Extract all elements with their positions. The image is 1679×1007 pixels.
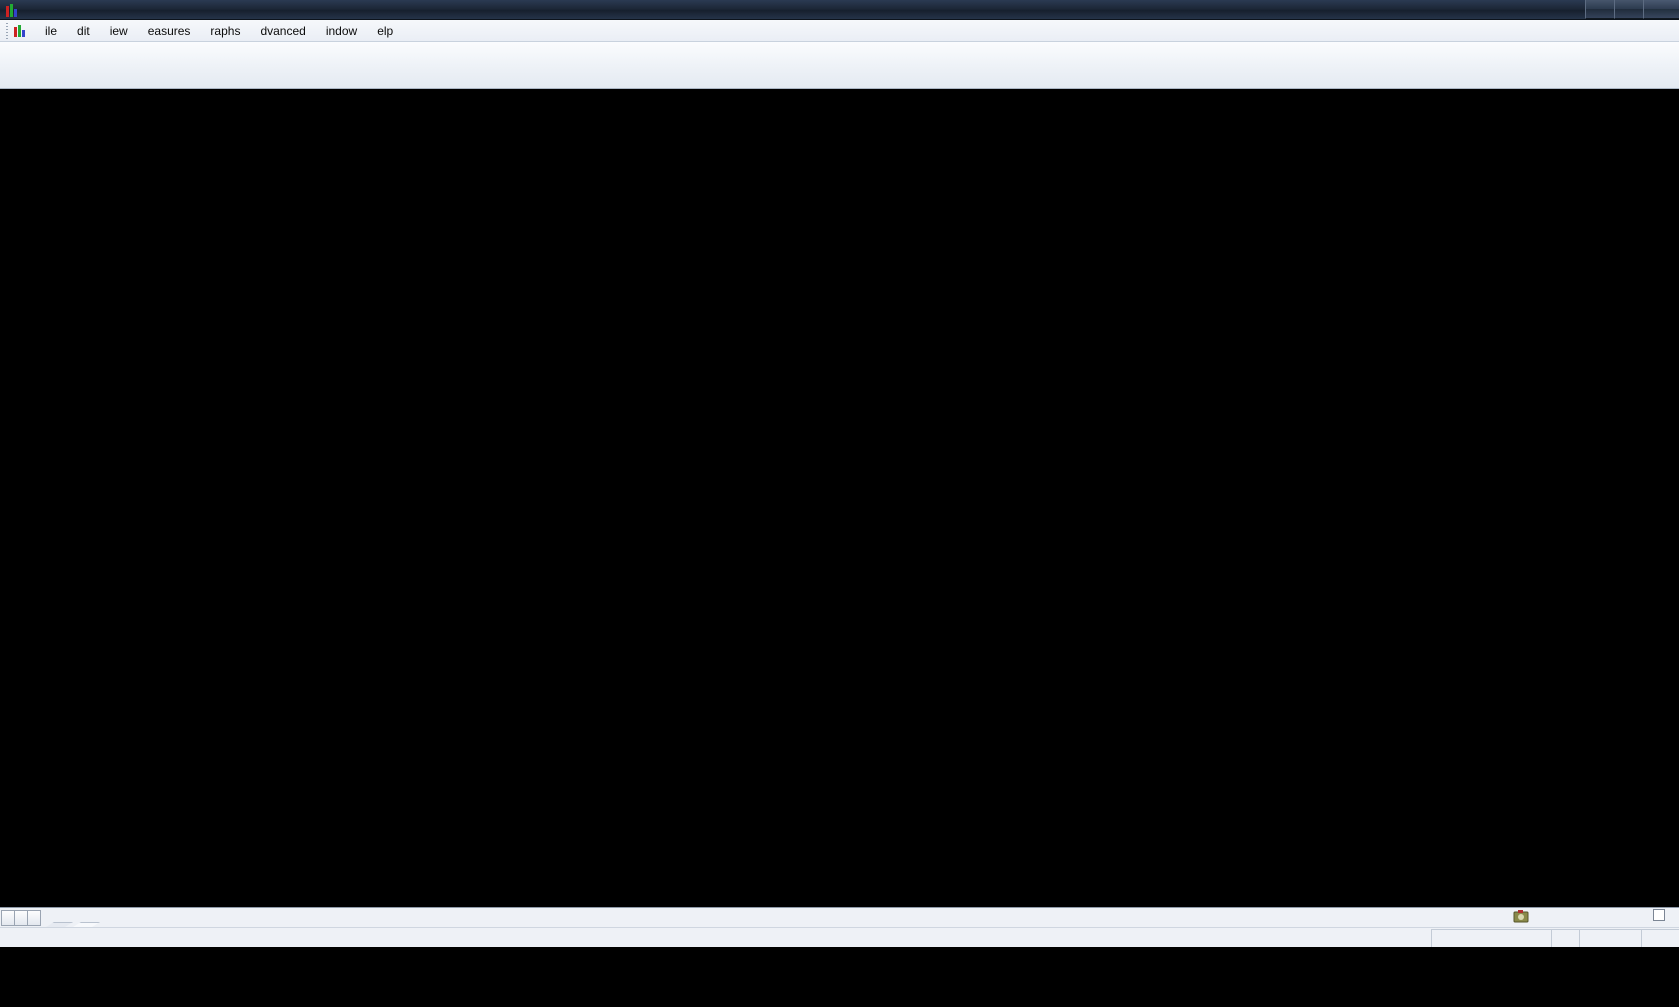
tab-nav-buttons <box>1 909 41 927</box>
tab-list <box>46 908 100 927</box>
tab-close-button[interactable] <box>1 910 15 926</box>
status-cell-1 <box>1431 929 1551 947</box>
cie-diagram-panel[interactable] <box>0 89 1679 907</box>
window-controls <box>1585 0 1679 20</box>
menu-item-advanced[interactable]: dvanced <box>250 22 315 40</box>
menu-bar: ile dit iew easures raphs dvanced indow … <box>0 20 1679 42</box>
minimize-button[interactable] <box>1585 0 1614 19</box>
menu-item-edit[interactable]: dit <box>67 22 100 40</box>
menu-item-measures[interactable]: easures <box>138 22 201 40</box>
num-lock-indicator <box>1579 929 1641 947</box>
cie-chromaticity-canvas[interactable] <box>0 89 1679 907</box>
toolbar <box>0 42 1679 89</box>
reference-checkbox[interactable] <box>1653 909 1665 921</box>
menu-item-help[interactable]: elp <box>367 22 403 40</box>
app-icon <box>6 3 22 17</box>
menu-app-icon <box>14 24 29 37</box>
close-button[interactable] <box>1643 0 1679 19</box>
status-cell-2 <box>1551 929 1579 947</box>
menu-item-file[interactable]: ile <box>35 22 67 40</box>
tab-prev-button[interactable] <box>14 910 28 926</box>
menu-grip-handle[interactable] <box>3 22 11 39</box>
tab-strip <box>0 907 1679 927</box>
reference-checkbox-group[interactable] <box>1653 909 1669 921</box>
menu-item-view[interactable]: iew <box>100 22 138 40</box>
status-indicators <box>1431 928 1679 948</box>
status-bar <box>0 909 1679 948</box>
menu-item-window[interactable]: indow <box>316 22 367 40</box>
maximize-button[interactable] <box>1614 0 1643 19</box>
status-cell-3 <box>1641 929 1679 947</box>
status-camera-icon[interactable] <box>1513 909 1529 923</box>
title-bar <box>0 0 1679 20</box>
menu-item-graphs[interactable]: raphs <box>200 22 250 40</box>
tab-next-button[interactable] <box>27 910 41 926</box>
menu-file-rest: ile <box>45 23 58 38</box>
